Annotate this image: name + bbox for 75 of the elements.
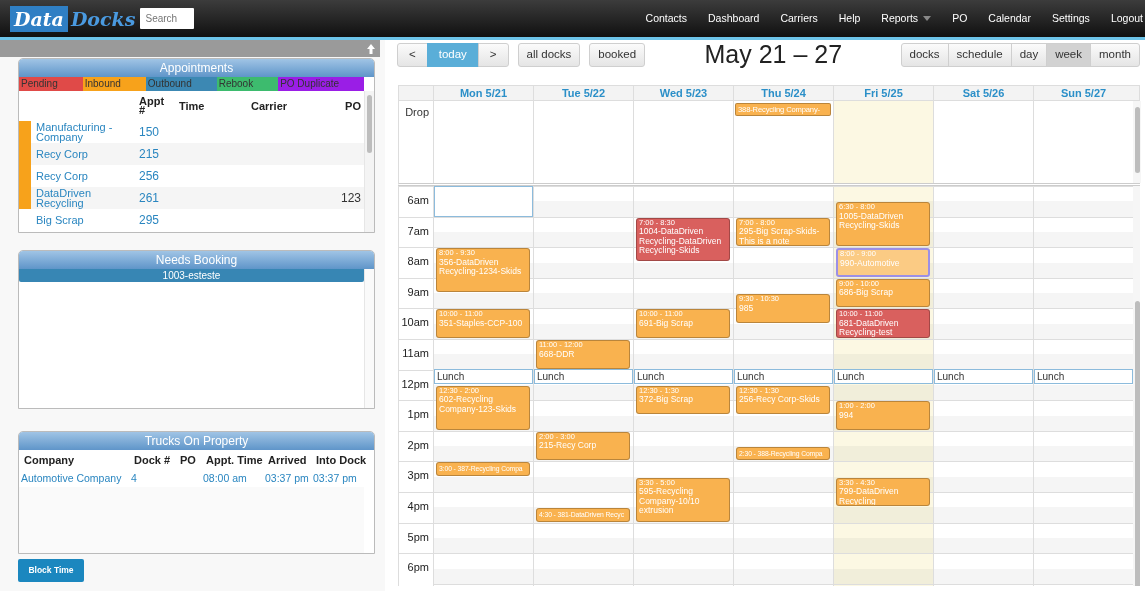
panel-title: Appointments	[19, 59, 374, 77]
filter-button[interactable]: all docks	[517, 43, 581, 67]
column-header: Arrived	[268, 452, 308, 468]
legend-label: Inbound	[82, 77, 146, 91]
company-link[interactable]: Recy Corp	[31, 171, 139, 181]
table-cell-text: 4	[131, 470, 138, 486]
lunch-block[interactable]: Lunch	[934, 368, 1033, 384]
nav-button[interactable]: today	[426, 43, 479, 67]
panel-title: Needs Booking	[19, 251, 374, 269]
appt-number[interactable]: 295	[139, 211, 179, 229]
day-header: Fri 5/25	[833, 86, 933, 100]
lunch-block[interactable]: Lunch	[634, 368, 733, 384]
legend-label: Pending	[19, 77, 83, 91]
logo-text: Data	[10, 5, 68, 32]
day-header: Tue 5/22	[533, 86, 633, 100]
table-cell-text: 08:00 am	[203, 470, 248, 486]
lunch-block[interactable]: Lunch	[434, 368, 533, 384]
company-link[interactable]: Big Scrap	[31, 215, 139, 225]
company-link[interactable]: Recy Corp	[31, 149, 139, 159]
up-arrow-icon[interactable]	[367, 43, 375, 54]
column-header: Company	[24, 452, 76, 468]
day-header: Sat 5/26	[933, 86, 1033, 100]
view-tab[interactable]: week	[1046, 43, 1092, 67]
table-cell-text: 03:37 pm	[313, 470, 358, 486]
nav-link[interactable]: PO	[952, 10, 968, 27]
column-header: Appt. Time	[206, 452, 264, 468]
column-header: PO	[180, 452, 197, 468]
calendar-title: May 21 – 27	[703, 39, 844, 71]
drop-slot[interactable]	[833, 101, 933, 183]
appt-number[interactable]: 215	[139, 145, 179, 163]
nav-link[interactable]: Contacts	[645, 10, 688, 27]
nav-button[interactable]: <	[397, 43, 428, 67]
column-header: Carrier	[251, 98, 289, 114]
legend-label: Rebook	[216, 77, 279, 91]
lunch-block[interactable]: Lunch	[1034, 368, 1133, 384]
nav-button[interactable]: >	[477, 43, 509, 67]
column-header: Into Dock	[316, 452, 368, 468]
booking-item[interactable]: 1003-esteste	[19, 269, 364, 282]
nav-link[interactable]: Logout	[1110, 10, 1143, 27]
nav-link[interactable]: Carriers	[780, 10, 818, 27]
nav-link[interactable]: Dashboard	[708, 10, 760, 27]
lunch-block[interactable]: Lunch	[734, 368, 833, 384]
search-field[interactable]: Search	[140, 8, 195, 29]
nav-link[interactable]: Help	[838, 10, 861, 27]
table-cell-text: Automotive Company	[21, 470, 123, 486]
table-cell-text: 03:37 pm	[265, 470, 310, 486]
row-label: Drop	[404, 105, 430, 120]
nav-link[interactable]: Calendar	[988, 10, 1031, 27]
appt-number[interactable]: 261	[139, 189, 179, 207]
company-link[interactable]: DataDriven Recycling	[31, 188, 139, 208]
nav-link[interactable]: Settings	[1051, 10, 1090, 27]
po-number: 123	[339, 190, 361, 207]
view-tab[interactable]: docks	[900, 43, 949, 67]
appt-number[interactable]: 256	[139, 167, 179, 185]
legend-label: Outbound	[145, 77, 217, 91]
filter-button[interactable]: booked	[589, 43, 646, 67]
day-header: Sun 5/27	[1033, 86, 1133, 100]
view-tab[interactable]: month	[1090, 43, 1140, 67]
day-header: Thu 5/24	[733, 86, 833, 100]
caret-icon	[923, 16, 932, 21]
appt-number[interactable]: 150	[139, 123, 179, 141]
legend-label: PO Duplicate	[278, 77, 365, 91]
column-header: PO	[344, 98, 361, 114]
lunch-block[interactable]: Lunch	[834, 368, 933, 384]
nav-link[interactable]: Reports	[881, 10, 932, 27]
day-header: Mon 5/21	[433, 86, 533, 100]
column-header: Dock #	[134, 452, 172, 468]
view-tab[interactable]: schedule	[947, 43, 1012, 67]
panel-title: Trucks On Property	[19, 432, 374, 450]
block-time-button[interactable]: Block Time	[18, 559, 84, 582]
column-header: Time	[179, 98, 206, 114]
logo-text: Docks	[69, 6, 137, 32]
selected-slot[interactable]	[434, 186, 533, 217]
day-header: Wed 5/23	[633, 86, 733, 100]
company-link[interactable]: Manufacturing - Company	[31, 122, 139, 142]
